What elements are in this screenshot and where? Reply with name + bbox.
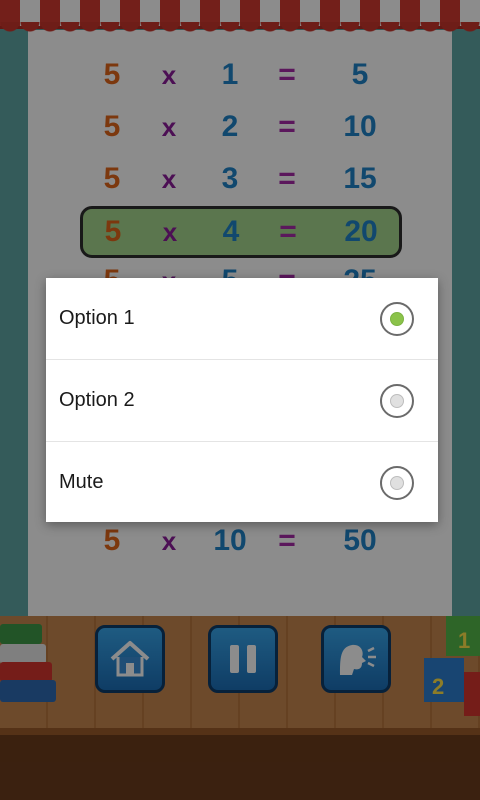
options-dialog: Option 1 Option 2 Mute bbox=[46, 278, 438, 522]
option-1-radio[interactable] bbox=[380, 301, 414, 336]
radio-dot-icon bbox=[390, 475, 404, 490]
option-label: Option 2 bbox=[59, 389, 135, 411]
option-label: Mute bbox=[59, 471, 104, 493]
option-1-item[interactable]: Option 1 bbox=[46, 278, 438, 360]
radio-dot-icon bbox=[390, 393, 404, 408]
option-label: Option 1 bbox=[59, 307, 135, 329]
mute-radio[interactable] bbox=[380, 465, 414, 500]
option-2-item[interactable]: Option 2 bbox=[46, 360, 438, 442]
mute-item[interactable]: Mute bbox=[46, 442, 438, 523]
option-2-radio[interactable] bbox=[380, 383, 414, 418]
radio-dot-icon bbox=[390, 311, 404, 326]
